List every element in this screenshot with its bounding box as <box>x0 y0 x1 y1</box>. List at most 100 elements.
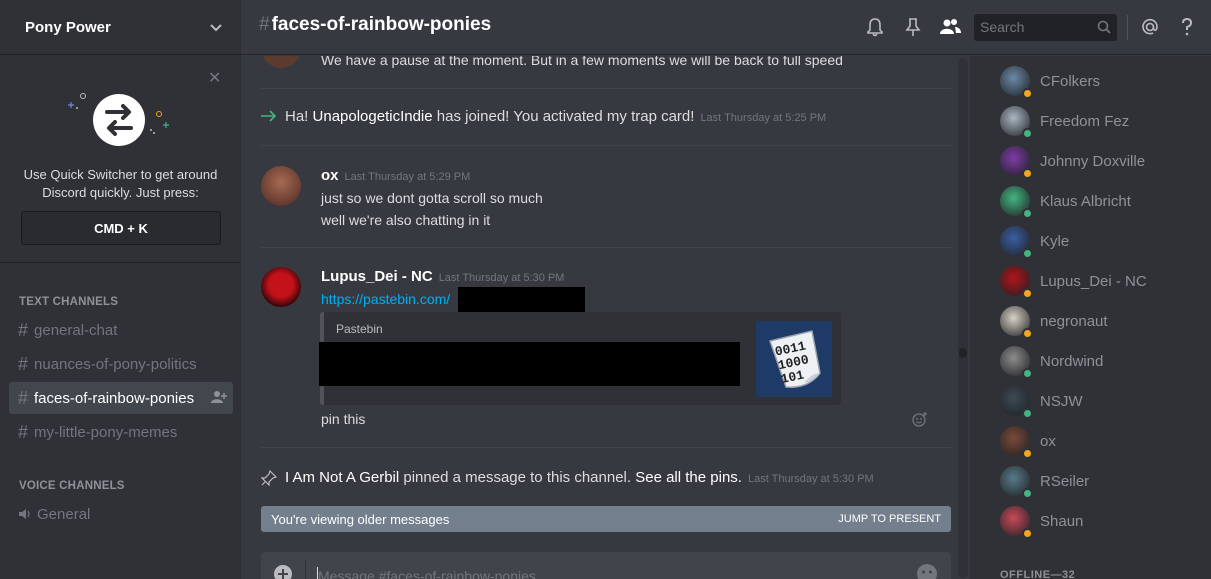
bell-icon[interactable] <box>864 16 886 38</box>
member-list-icon[interactable] <box>939 16 961 38</box>
member-name: negronaut <box>1040 312 1108 330</box>
timestamp: Last Thursday at 5:30 PM <box>438 272 565 284</box>
join-username[interactable]: UnapologeticIndie <box>313 108 433 125</box>
message-input[interactable]: Message #faces-of-rainbow-ponies <box>261 552 951 579</box>
status-indicator <box>1022 248 1033 259</box>
channel-name: faces-of-rainbow-ponies <box>271 14 492 35</box>
discord-window: Pony Power ✕ Use Quick Switcher to get a… <box>0 0 1211 579</box>
status-indicator <box>1022 368 1033 379</box>
message-list: We have a pause at the moment. But in a … <box>241 56 956 536</box>
member-item[interactable]: negronaut <box>1000 305 1200 339</box>
link-embed: Pastebin 0011 1000 101 <box>319 312 841 405</box>
pin-text: pinned a message to this channel. <box>399 469 636 486</box>
avatar[interactable] <box>261 56 301 68</box>
pin-icon[interactable] <box>902 16 924 38</box>
member-item[interactable]: NSJW <box>1000 385 1200 419</box>
message-author[interactable]: ox Last Thursday at 5:29 PM <box>321 167 470 184</box>
scrollbar-thumb[interactable] <box>959 348 967 358</box>
member-item[interactable]: Shaun <box>1000 505 1200 539</box>
channel-general-chat[interactable]: # general-chat <box>9 314 233 346</box>
avatar <box>1000 466 1033 499</box>
emoji-icon[interactable] <box>916 563 938 579</box>
hash-icon: # <box>18 387 29 408</box>
join-pre: Ha! <box>285 108 313 125</box>
search-input[interactable]: Search <box>974 14 1117 41</box>
join-arrow-icon <box>261 110 277 122</box>
close-icon[interactable]: ✕ <box>208 68 221 88</box>
channel-label: faces-of-rainbow-ponies <box>34 389 195 407</box>
timestamp: Last Thursday at 5:29 PM <box>344 171 471 183</box>
quick-switcher-line2: Discord quickly. Just press: <box>42 185 199 200</box>
pin-username[interactable]: I Am Not A Gerbil <box>285 469 399 486</box>
message-input-placeholder: Message #faces-of-rainbow-ponies <box>318 568 536 579</box>
avatar <box>1000 186 1033 219</box>
avatar[interactable] <box>261 166 301 206</box>
member-name: Shaun <box>1040 512 1084 530</box>
status-indicator <box>1022 128 1033 139</box>
message-divider <box>261 145 951 146</box>
channel-label: general-chat <box>34 321 118 339</box>
member-item[interactable]: RSeiler <box>1000 465 1200 499</box>
member-name: Nordwind <box>1040 352 1104 370</box>
message-scrollbar[interactable] <box>958 58 968 578</box>
author-name[interactable]: ox <box>321 167 339 184</box>
message-author[interactable]: Lupus_Dei - NC Last Thursday at 5:30 PM <box>321 268 564 285</box>
avatar <box>1000 106 1033 139</box>
status-indicator <box>1022 208 1033 219</box>
channel-label: my-little-pony-memes <box>34 423 178 441</box>
member-item[interactable]: Freedom Fez <box>1000 105 1200 139</box>
message-text: well we're also chatting in it <box>321 212 491 228</box>
older-messages-bar[interactable]: You're viewing older messages JUMP TO PR… <box>261 506 951 532</box>
text-channels-header[interactable]: TEXT CHANNELS <box>19 296 118 308</box>
channel-faces-of-rainbow-ponies[interactable]: # faces-of-rainbow-ponies <box>9 382 233 414</box>
quick-switcher-line1: Use Quick Switcher to get around <box>23 167 218 182</box>
header-divider <box>1127 15 1128 40</box>
member-item[interactable]: Nordwind <box>1000 345 1200 379</box>
join-post: has joined! You activated my trap card! <box>432 108 695 125</box>
redaction-block <box>458 287 585 314</box>
member-name: NSJW <box>1040 392 1083 410</box>
mention-icon[interactable] <box>1139 16 1161 38</box>
search-placeholder: Search <box>980 19 1025 35</box>
upload-plus-icon[interactable] <box>273 564 293 579</box>
member-item[interactable]: CFolkers <box>1000 65 1200 99</box>
see-all-pins-link[interactable]: See all the pins. <box>635 469 742 486</box>
member-item[interactable]: Kyle <box>1000 225 1200 259</box>
chevron-down-icon <box>210 24 222 32</box>
author-name[interactable]: Lupus_Dei - NC <box>321 268 433 285</box>
avatar <box>1000 266 1033 299</box>
avatar <box>1000 346 1033 379</box>
channel-my-little-pony-memes[interactable]: # my-little-pony-memes <box>9 416 233 448</box>
quick-switcher-text: Use Quick Switcher to get around Discord… <box>0 166 241 202</box>
member-item[interactable]: Klaus Albricht <box>1000 185 1200 219</box>
member-item[interactable]: ox <box>1000 425 1200 459</box>
composer-divider <box>305 560 306 579</box>
message-text: We have a pause at the moment. But in a … <box>321 56 843 68</box>
voice-channels-header[interactable]: VOICE CHANNELS <box>19 480 125 492</box>
add-reaction-icon[interactable] <box>912 411 928 427</box>
quick-switcher-shortcut-button[interactable]: CMD + K <box>21 211 221 245</box>
channel-nuances-of-pony-politics[interactable]: # nuances-of-pony-politics <box>9 348 233 380</box>
member-item[interactable]: Johnny Doxville <box>1000 145 1200 179</box>
older-messages-label: You're viewing older messages <box>271 512 450 527</box>
message-divider <box>261 88 951 89</box>
status-indicator <box>1022 488 1033 499</box>
jump-to-present-button[interactable]: JUMP TO PRESENT <box>838 513 941 525</box>
pin-message: I Am Not A Gerbil pinned a message to th… <box>285 469 874 486</box>
avatar[interactable] <box>261 267 301 307</box>
member-list: CFolkers Freedom Fez Johnny Doxville Klaus … <box>970 56 1211 579</box>
voice-channel-general[interactable]: General <box>9 498 233 530</box>
embed-provider[interactable]: Pastebin <box>336 322 383 336</box>
add-user-icon[interactable] <box>211 390 227 404</box>
channel-label: General <box>37 505 91 523</box>
message-divider <box>261 247 951 248</box>
pastebin-logo-icon[interactable]: 0011 1000 101 <box>756 321 832 397</box>
message-link[interactable]: https://pastebin.com/ <box>321 291 450 307</box>
redaction-block <box>319 342 740 386</box>
guild-header[interactable]: Pony Power <box>0 0 241 55</box>
avatar <box>1000 66 1033 99</box>
member-name: RSeiler <box>1040 472 1090 490</box>
member-item[interactable]: Lupus_Dei - NC <box>1000 265 1200 299</box>
member-name: CFolkers <box>1040 72 1101 90</box>
help-icon[interactable] <box>1176 16 1198 38</box>
